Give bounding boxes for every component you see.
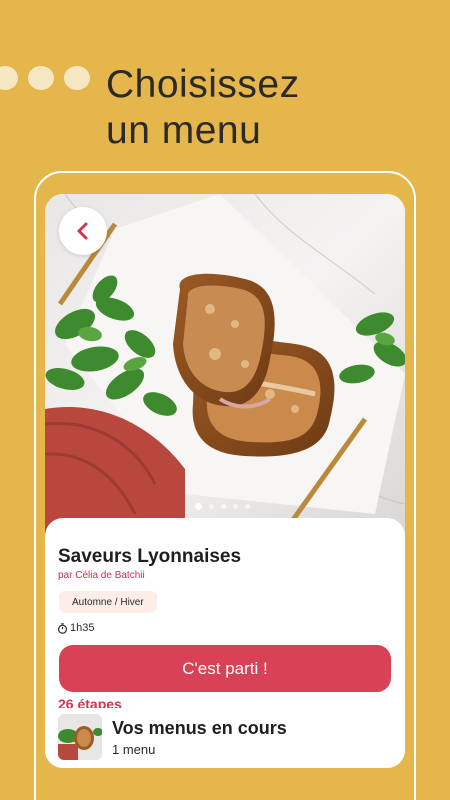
dot bbox=[64, 66, 90, 90]
dot bbox=[28, 66, 54, 90]
pager-dot-active[interactable] bbox=[195, 503, 202, 510]
pager-dot[interactable] bbox=[245, 504, 250, 509]
recipe-title: Saveurs Lyonnaises bbox=[58, 546, 242, 567]
headline-line-2: un menu bbox=[106, 109, 262, 152]
app-screen: Saveurs Lyonnaises par Célia de Batchii … bbox=[45, 194, 405, 768]
headline: Choisissez un menu bbox=[106, 62, 300, 154]
pager-dot[interactable] bbox=[221, 504, 226, 509]
duration-value: 1h35 bbox=[70, 622, 95, 634]
back-button[interactable] bbox=[59, 207, 107, 255]
current-menus-title: Vos menus en cours bbox=[112, 718, 287, 738]
recipe-card: Saveurs Lyonnaises par Célia de Batchii … bbox=[45, 518, 405, 768]
pager-dot[interactable] bbox=[233, 504, 238, 509]
duration: 1h35 bbox=[57, 622, 94, 634]
headline-line-1: Choisissez bbox=[106, 63, 300, 106]
decorative-dots bbox=[0, 66, 90, 90]
season-tag: Automne / Hiver bbox=[59, 591, 157, 613]
dot bbox=[0, 66, 18, 90]
current-menus-count: 1 menu bbox=[112, 742, 156, 757]
timer-icon bbox=[57, 622, 68, 634]
current-menus-bar[interactable]: Vos menus en cours 1 menu bbox=[45, 708, 405, 768]
pager-dot[interactable] bbox=[209, 504, 214, 509]
image-pager[interactable] bbox=[195, 503, 250, 510]
chevron-left-icon bbox=[77, 222, 88, 240]
menu-thumbnail bbox=[58, 714, 102, 760]
recipe-author[interactable]: par Célia de Batchii bbox=[58, 570, 145, 581]
start-button[interactable]: C'est parti ! bbox=[59, 645, 391, 692]
